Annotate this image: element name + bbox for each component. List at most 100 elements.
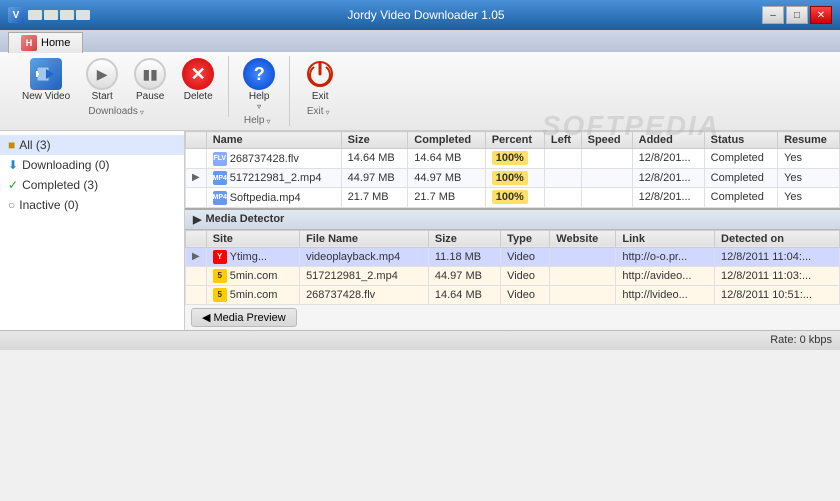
tab-home[interactable]: H Home xyxy=(8,32,83,53)
row-left xyxy=(544,149,581,169)
md-col-detected[interactable]: Detected on xyxy=(715,230,840,247)
row-added: 12/8/201... xyxy=(632,188,704,208)
help-button[interactable]: ? Help ▿ xyxy=(237,56,281,113)
help-buttons: ? Help ▿ xyxy=(237,56,281,113)
inactive-icon: ○ xyxy=(8,198,15,212)
md-row-site: 5 5min.com xyxy=(206,266,299,285)
row-completed: 14.64 MB xyxy=(408,149,485,169)
media-preview-label[interactable]: ◀ Media Preview xyxy=(191,308,297,327)
md-row-filename: 517212981_2.mp4 xyxy=(300,266,429,285)
status-bar: Rate: 0 kbps xyxy=(0,330,840,350)
media-detector-table: Site File Name Size Type Website Link De… xyxy=(185,230,840,305)
close-button[interactable]: ✕ xyxy=(810,6,832,24)
new-video-icon xyxy=(30,58,62,90)
md-row-filename: 268737428.flv xyxy=(300,285,429,304)
md-col-filename[interactable]: File Name xyxy=(300,230,429,247)
sidebar-inactive-label: Inactive (0) xyxy=(19,198,78,212)
delete-button[interactable]: ✕ Delete xyxy=(176,56,220,104)
row-percent: 100% xyxy=(485,149,544,169)
md-row-expand xyxy=(186,266,207,285)
sidebar: ■ All (3) ⬇ Downloading (0) ✓ Completed … xyxy=(0,131,185,330)
row-status: Completed xyxy=(704,149,777,169)
md-col-website[interactable]: Website xyxy=(550,230,616,247)
col-size[interactable]: Size xyxy=(341,132,408,149)
media-detector-icon: ▶ xyxy=(193,213,201,226)
row-status: Completed xyxy=(704,188,777,208)
media-preview-button[interactable]: ◀ Media Preview xyxy=(185,305,840,330)
col-added[interactable]: Added xyxy=(632,132,704,149)
ribbon-group-exit: Exit Exit ▿ xyxy=(290,56,350,117)
downloads-table[interactable]: Name Size Completed Percent Left Speed A… xyxy=(185,131,840,208)
md-row-expand xyxy=(186,285,207,304)
quick-btn1[interactable] xyxy=(28,10,42,20)
start-label: Start xyxy=(92,91,113,102)
list-item[interactable]: 5 5min.com 517212981_2.mp4 44.97 MB Vide… xyxy=(186,266,840,285)
sidebar-item-all[interactable]: ■ All (3) xyxy=(0,135,184,155)
ribbon-content: New Video ▶ Start ▮▮ Pause ✕ Delete Down… xyxy=(0,52,840,131)
table-row[interactable]: MP4 Softpedia.mp4 21.7 MB 21.7 MB 100% 1… xyxy=(186,188,840,208)
row-name: FLV 268737428.flv xyxy=(206,149,341,169)
ribbon-group-help: ? Help ▿ Help ▿ xyxy=(229,56,290,126)
row-speed xyxy=(581,168,632,188)
md-row-link: http://o-o.pr... xyxy=(616,247,715,266)
help-dropdown-arrow: ▿ xyxy=(257,102,261,111)
title-bar: V Jordy Video Downloader 1.05 – □ ✕ xyxy=(0,0,840,30)
sidebar-item-inactive[interactable]: ○ Inactive (0) xyxy=(0,195,184,215)
md-row-size: 11.18 MB xyxy=(428,247,500,266)
pause-button[interactable]: ▮▮ Pause xyxy=(128,56,172,104)
exit-buttons: Exit xyxy=(298,56,342,104)
media-detector-title: Media Detector xyxy=(205,213,284,225)
md-row-website xyxy=(550,247,616,266)
exit-button[interactable]: Exit xyxy=(298,56,342,104)
table-row[interactable]: ▶ MP4 517212981_2.mp4 44.97 MB 44.97 MB … xyxy=(186,168,840,188)
md-col-type[interactable]: Type xyxy=(501,230,550,247)
downloads-data-table: Name Size Completed Percent Left Speed A… xyxy=(185,131,840,208)
downloads-group-arrow[interactable]: ▿ xyxy=(140,108,148,116)
col-left[interactable]: Left xyxy=(544,132,581,149)
list-item[interactable]: ▶ Y Ytimg... videoplayback.mp4 11.18 MB … xyxy=(186,247,840,266)
help-icon: ? xyxy=(243,58,275,90)
col-completed[interactable]: Completed xyxy=(408,132,485,149)
quick-btn3[interactable] xyxy=(60,10,74,20)
new-video-button[interactable]: New Video xyxy=(16,56,76,104)
md-col-size[interactable]: Size xyxy=(428,230,500,247)
row-completed: 21.7 MB xyxy=(408,188,485,208)
row-resume: Yes xyxy=(778,168,840,188)
row-left xyxy=(544,188,581,208)
quick-btn2[interactable] xyxy=(44,10,58,20)
maximize-button[interactable]: □ xyxy=(786,6,808,24)
table-row[interactable]: FLV 268737428.flv 14.64 MB 14.64 MB 100%… xyxy=(186,149,840,169)
start-icon: ▶ xyxy=(86,58,118,90)
exit-label: Exit xyxy=(312,91,329,102)
sidebar-item-downloading[interactable]: ⬇ Downloading (0) xyxy=(0,155,184,175)
help-label-group: Help ▿ xyxy=(249,90,270,111)
help-group-arrow[interactable]: ▿ xyxy=(266,117,274,125)
col-speed[interactable]: Speed xyxy=(581,132,632,149)
sidebar-completed-label: Completed (3) xyxy=(22,178,98,192)
col-status[interactable]: Status xyxy=(704,132,777,149)
md-row-filename: videoplayback.mp4 xyxy=(300,247,429,266)
md-row-type: Video xyxy=(501,247,550,266)
minimize-button[interactable]: – xyxy=(762,6,784,24)
media-detector-header: ▶ Media Detector xyxy=(185,210,840,230)
delete-icon: ✕ xyxy=(182,58,214,90)
pause-label: Pause xyxy=(136,91,164,102)
row-status: Completed xyxy=(704,168,777,188)
sidebar-item-completed[interactable]: ✓ Completed (3) xyxy=(0,175,184,195)
exit-group-arrow[interactable]: ▿ xyxy=(326,108,334,116)
row-completed: 44.97 MB xyxy=(408,168,485,188)
row-name: MP4 517212981_2.mp4 xyxy=(206,168,341,188)
downloads-buttons: New Video ▶ Start ▮▮ Pause ✕ Delete xyxy=(16,56,220,104)
quick-dropdown[interactable] xyxy=(76,10,90,20)
row-expand xyxy=(186,188,207,208)
start-button[interactable]: ▶ Start xyxy=(80,56,124,104)
col-name[interactable]: Name xyxy=(206,132,341,149)
md-col-link[interactable]: Link xyxy=(616,230,715,247)
md-col-site[interactable]: Site xyxy=(206,230,299,247)
col-percent[interactable]: Percent xyxy=(485,132,544,149)
md-row-link: http://lvideo... xyxy=(616,285,715,304)
help-label: Help xyxy=(249,91,270,102)
list-item[interactable]: 5 5min.com 268737428.flv 14.64 MB Video … xyxy=(186,285,840,304)
col-resume[interactable]: Resume xyxy=(778,132,840,149)
row-speed xyxy=(581,188,632,208)
